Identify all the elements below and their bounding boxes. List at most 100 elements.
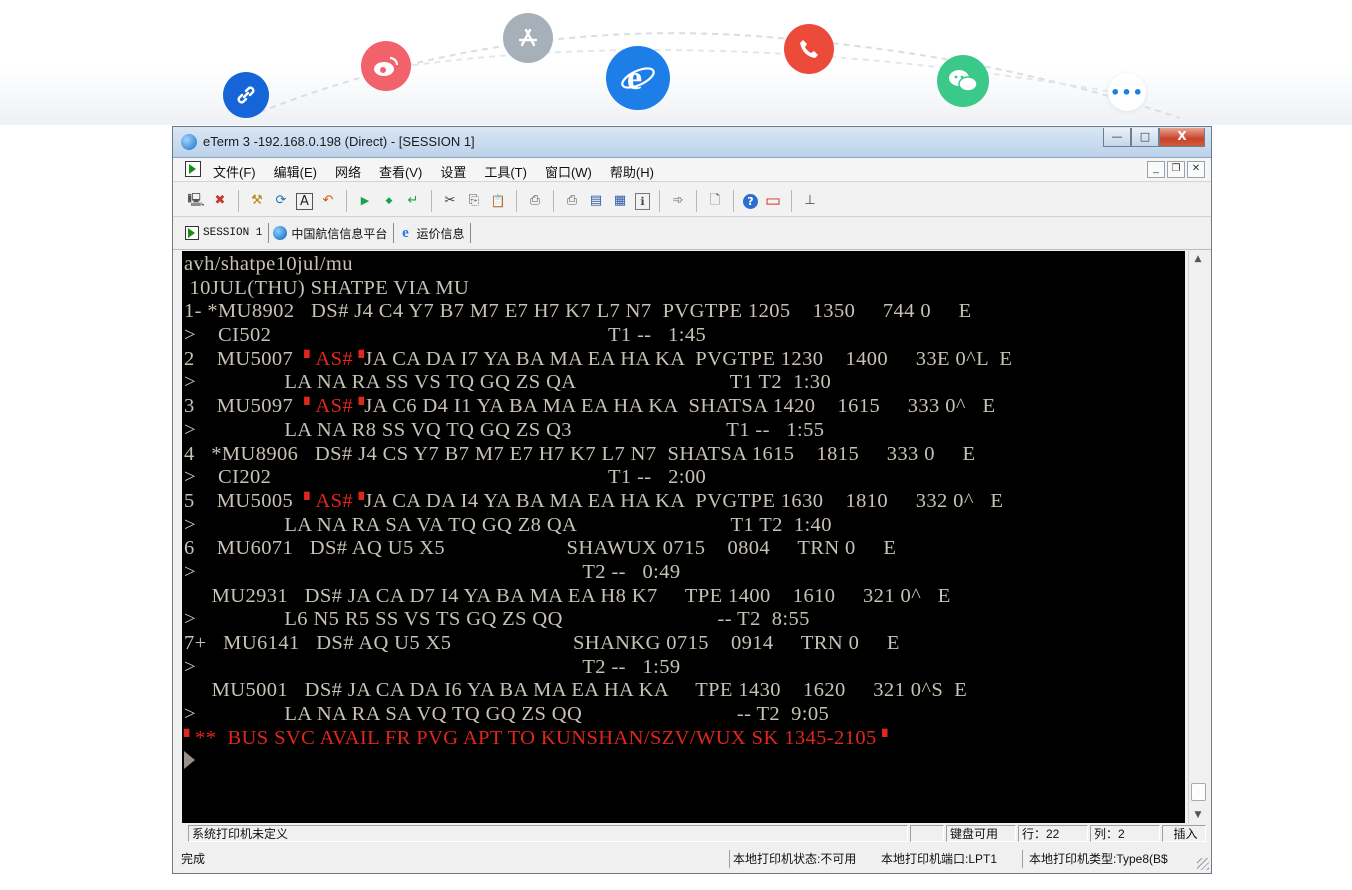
stamp-icon[interactable]: ⊥ (801, 192, 819, 210)
disconnect-icon[interactable]: ✖ (211, 192, 229, 210)
highlight-marker: ▘ (304, 351, 316, 367)
maximize-button[interactable]: □ (1131, 128, 1159, 147)
printer-status: 系统打印机未定义 (188, 825, 908, 842)
step-icon[interactable]: ◆ (380, 192, 398, 210)
insert-mode-indicator: 插入 (1162, 825, 1206, 842)
toolbar-separator (733, 190, 734, 212)
list-icon[interactable]: ▦ (611, 192, 629, 210)
decorative-arcs (259, 32, 1181, 119)
terminal-text: 10JUL(THU) SHATPE VIA MU (184, 276, 470, 299)
session-icon[interactable] (185, 161, 201, 177)
ready-status: 完成 (181, 852, 206, 866)
terminal-text: 1- *MU8902 DS# J4 C4 Y7 B7 M7 E7 H7 K7 L… (184, 300, 972, 323)
send-icon[interactable]: ➾ (669, 192, 687, 210)
close-button[interactable]: X (1159, 128, 1205, 147)
terminal-text: MU2931 DS# JA CA D7 I4 YA BA MA EA H8 K7… (184, 584, 951, 607)
internet-explorer-icon: e (402, 225, 409, 241)
menu-file[interactable]: 文件(F) (213, 162, 256, 181)
internet-explorer-icon: e (606, 46, 670, 110)
status-separator (1022, 850, 1023, 868)
tab-session-1[interactable]: SESSION 1 (181, 223, 270, 243)
terminal-line: > LA NA RA SA VQ TQ GQ ZS QQ -- T2 9:05 (184, 703, 1012, 727)
local-printer-status: 本地打印机状态:不可用 (733, 852, 857, 866)
window-title: eTerm 3 -192.168.0.198 (Direct) - [SESSI… (203, 134, 475, 149)
print-setup-icon[interactable]: ⎙ (563, 192, 581, 210)
app-globe-icon (181, 134, 197, 150)
undo-icon[interactable]: ↶ (319, 192, 337, 210)
minimize-button[interactable]: — (1103, 128, 1131, 147)
highlight-marker: ▘ (304, 493, 316, 509)
svg-text:e: e (627, 60, 642, 96)
text-mode-icon[interactable]: A (296, 192, 313, 210)
help-icon[interactable]: ? (743, 193, 758, 209)
status-blank (910, 825, 944, 842)
flight-info: 2 MU5007 (184, 347, 305, 370)
child-minimize-button[interactable]: _ (1147, 161, 1165, 178)
print-icon[interactable]: ⎙ (526, 192, 544, 210)
tab-label: 运价信息 (416, 226, 465, 241)
tab-fare-info[interactable]: e 运价信息 (394, 223, 472, 243)
enter-icon[interactable]: ↵ (404, 192, 422, 210)
column-indicator: 列：2 (1090, 825, 1160, 842)
terminal-line: > LA NA RA SS VS TQ GQ ZS QA T1 T2 1:30 (184, 371, 1012, 395)
cut-icon[interactable]: ✂ (441, 192, 459, 210)
scroll-down-icon[interactable]: ▼ (1189, 807, 1207, 823)
paste-icon[interactable]: 📋 (489, 192, 507, 210)
resize-grip-icon[interactable] (1197, 858, 1209, 870)
more-icon: ••• (1108, 73, 1146, 111)
terminal-line: > LA NA RA SA VA TQ GQ Z8 QA T1 T2 1:40 (184, 514, 1012, 538)
terminal-line: MU5001 DS# JA CA DA I6 YA BA MA EA HA KA… (184, 679, 1012, 703)
info-icon[interactable]: ℹ (635, 192, 650, 210)
title-bar[interactable]: eTerm 3 -192.168.0.198 (Direct) - [SESSI… (173, 127, 1211, 158)
toolbar-separator (791, 190, 792, 212)
copy-icon[interactable]: ⎘ (465, 192, 483, 210)
highlight-marker: ▝ (876, 730, 888, 746)
terminal-output: avh/shatpe10jul/mu 10JUL(THU) SHATPE VIA… (184, 253, 1012, 750)
scroll-thumb[interactable] (1191, 783, 1206, 801)
menu-view[interactable]: 查看(V) (379, 162, 422, 181)
menu-edit[interactable]: 编辑(E) (274, 162, 317, 181)
terminal-screen[interactable]: avh/shatpe10jul/mu 10JUL(THU) SHATPE VIA… (182, 251, 1185, 823)
service-alert: ** BUS SVC AVAIL FR PVG APT TO KUNSHAN/S… (195, 726, 877, 749)
keyboard-status: 键盘可用 (946, 825, 1016, 842)
row-indicator: 行：22 (1018, 825, 1088, 842)
decorative-header: e ••• (0, 0, 1352, 125)
terminal-line: 2 MU5007 ▘AS#▝JA CA DA I7 YA BA MA EA HA… (184, 348, 1012, 372)
new-document-icon[interactable]: 🗋 (706, 192, 724, 210)
terminal-line: > L6 N5 R5 SS VS TS GQ ZS QQ -- T2 8:55 (184, 608, 1012, 632)
play-icon[interactable]: ▶ (356, 192, 374, 210)
session-icon (185, 226, 199, 240)
terminal-text: > LA NA RA SA VA TQ GQ Z8 QA T1 T2 1:40 (184, 513, 832, 536)
tools-icon[interactable]: ⚒ (248, 192, 266, 210)
log-icon[interactable]: ▭ (764, 192, 782, 210)
toolbar-separator (431, 190, 432, 212)
scroll-up-icon[interactable]: ▲ (1189, 251, 1207, 267)
terminal-cursor (184, 751, 195, 769)
child-restore-button[interactable]: ❐ (1167, 161, 1185, 178)
availability-code: AS# (315, 489, 354, 512)
toolbar-separator (516, 190, 517, 212)
highlight-marker: ▘ (184, 730, 196, 746)
phone-icon (784, 24, 834, 74)
tab-label: 中国航信信息平台 (291, 226, 388, 241)
terminal-line: 1- *MU8902 DS# J4 C4 Y7 B7 M7 E7 H7 K7 L… (184, 300, 1012, 324)
terminal-text: > LA NA R8 SS VQ TQ GQ ZS Q3 T1 -- 1:55 (184, 418, 825, 441)
book-icon[interactable]: ▤ (587, 192, 605, 210)
menu-window[interactable]: 窗口(W) (545, 162, 592, 181)
terminal-text: > CI502 T1 -- 1:45 (184, 324, 707, 347)
terminal-text: > T2 -- 0:49 (184, 560, 681, 583)
menu-settings[interactable]: 设置 (440, 162, 466, 181)
menu-network[interactable]: 网络 (335, 162, 361, 181)
toolbar-separator (553, 190, 554, 212)
connect-icon[interactable]: 🖳 (187, 192, 205, 210)
child-close-button[interactable]: ✕ (1187, 161, 1205, 178)
menu-tools[interactable]: 工具(T) (484, 162, 527, 181)
terminal-text: > LA NA RA SA VQ TQ GQ ZS QQ -- T2 9:05 (184, 703, 830, 726)
terminal-line: > T2 -- 0:49 (184, 561, 1012, 585)
terminal-line: 7+ MU6141 DS# AQ U5 X5 SHANKG 0715 0914 … (184, 632, 1012, 656)
wechat-icon (937, 55, 989, 107)
menu-help[interactable]: 帮助(H) (610, 162, 654, 181)
refresh-icon[interactable]: ⟳ (272, 192, 290, 210)
vertical-scrollbar[interactable]: ▲ ▼ (1188, 251, 1207, 823)
tab-cas-platform[interactable]: 中国航信信息平台 (269, 223, 395, 243)
